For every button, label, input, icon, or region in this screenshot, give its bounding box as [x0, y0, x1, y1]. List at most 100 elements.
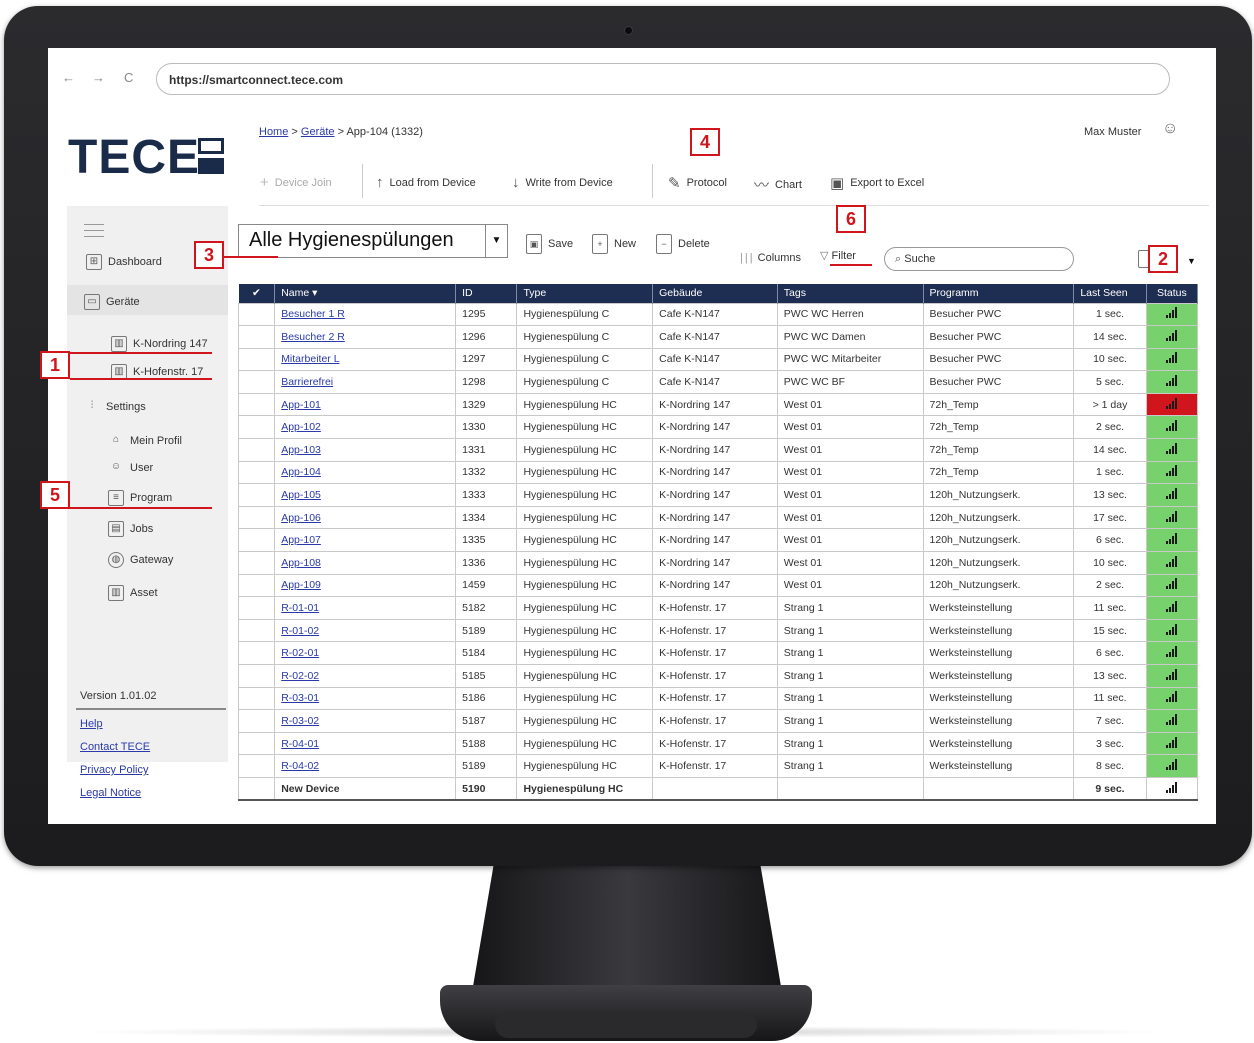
- device-name-link[interactable]: App-101: [274, 392, 457, 417]
- device-name-link[interactable]: Mitarbeiter L: [274, 347, 457, 372]
- column-header[interactable]: ✔: [238, 284, 276, 303]
- sidebar-item-asset[interactable]: ▥ Asset: [108, 585, 158, 601]
- row-checkbox[interactable]: [237, 551, 276, 575]
- reload-icon[interactable]: C: [124, 70, 133, 85]
- table-row[interactable]: R-01-01 5182 Hygienespülung HC K-Hofenstr. …: [237, 596, 1199, 620]
- sidebar-item-user[interactable]: ☺ User: [108, 460, 153, 476]
- sidebar-item-dashboard[interactable]: ⊞ Dashboard: [86, 254, 162, 270]
- help-link[interactable]: Help: [80, 718, 103, 730]
- table-row[interactable]: App-109 1459 Hygienespülung HC K-Nordring 1…: [237, 573, 1199, 598]
- table-row[interactable]: App-107 1335 Hygienespülung HC K-Nordring 1…: [237, 528, 1199, 553]
- device-name-link[interactable]: R-04-01: [274, 731, 457, 756]
- back-arrow-icon[interactable]: ←: [62, 70, 75, 85]
- row-checkbox[interactable]: [237, 483, 276, 507]
- breadcrumb-home-link[interactable]: Home: [259, 126, 288, 138]
- table-row[interactable]: App-105 1333 Hygienespülung HC K-Nordring 1…: [237, 483, 1199, 507]
- table-row[interactable]: App-104 1332 Hygienespülung HC K-Nordring 1…: [237, 460, 1199, 485]
- row-checkbox[interactable]: [237, 505, 276, 530]
- row-checkbox[interactable]: [237, 573, 276, 598]
- export-to-excel-button[interactable]: ▣ Export to Excel: [830, 174, 924, 192]
- device-name-link[interactable]: App-109: [274, 573, 457, 598]
- row-checkbox[interactable]: [237, 731, 276, 756]
- row-checkbox[interactable]: [237, 460, 276, 485]
- row-checkbox[interactable]: [237, 392, 276, 417]
- device-join-button[interactable]: + Device Join: [260, 174, 332, 191]
- sidebar-item-jobs[interactable]: ▤ Jobs: [108, 521, 153, 537]
- row-checkbox[interactable]: [237, 618, 276, 643]
- chart-button[interactable]: 〰 Chart: [754, 174, 802, 195]
- save-view-button[interactable]: ▣ Save: [526, 234, 573, 254]
- sidebar-item-mein-profil[interactable]: ⌂ Mein Profil: [108, 433, 182, 449]
- user-name[interactable]: Max Muster: [1084, 126, 1141, 138]
- row-checkbox[interactable]: [237, 709, 276, 733]
- row-checkbox[interactable]: [237, 302, 276, 327]
- row-checkbox[interactable]: [237, 641, 276, 665]
- load-from-device-button[interactable]: ↑ Load from Device: [376, 174, 476, 191]
- column-header[interactable]: Type: [516, 284, 654, 303]
- column-header[interactable]: ID: [455, 284, 518, 303]
- device-name-link[interactable]: Besucher 2 R: [274, 325, 457, 349]
- device-name-link[interactable]: R-02-01: [274, 641, 457, 665]
- column-header[interactable]: Programm: [923, 284, 1075, 303]
- view-select[interactable]: Alle Hygienespülungen ▼: [238, 224, 508, 258]
- table-row[interactable]: Mitarbeiter L 1297 Hygienespülung C Cafe K-…: [237, 347, 1199, 372]
- row-checkbox[interactable]: [237, 438, 276, 462]
- table-row[interactable]: R-02-02 5185 Hygienespülung HC K-Hofenstr. …: [237, 664, 1199, 688]
- table-row[interactable]: R-03-01 5186 Hygienespülung HC K-Hofenstr. …: [237, 686, 1199, 711]
- new-view-button[interactable]: + New: [592, 234, 636, 254]
- device-name-link[interactable]: App-104: [274, 460, 457, 485]
- breadcrumb-geraete-link[interactable]: Geräte: [301, 126, 335, 138]
- device-name-link[interactable]: App-105: [274, 483, 457, 507]
- column-header[interactable]: Status: [1146, 284, 1199, 303]
- table-row[interactable]: App-108 1336 Hygienespülung HC K-Nordring 1…: [237, 551, 1199, 575]
- table-row[interactable]: App-102 1330 Hygienespülung HC K-Nordring 1…: [237, 415, 1199, 440]
- forward-arrow-icon[interactable]: →: [92, 70, 105, 85]
- legal-notice-link[interactable]: Legal Notice: [80, 787, 141, 799]
- device-name-link[interactable]: R-01-01: [274, 596, 457, 620]
- device-name-link[interactable]: R-03-01: [274, 686, 457, 711]
- row-checkbox[interactable]: [237, 325, 276, 349]
- columns-button[interactable]: ||| Columns: [740, 252, 801, 264]
- device-name-link[interactable]: App-107: [274, 528, 457, 553]
- row-checkbox[interactable]: [237, 754, 276, 778]
- row-checkbox[interactable]: [237, 415, 276, 440]
- protocol-button[interactable]: ✎ Protocol: [668, 174, 727, 192]
- filter-button[interactable]: ▽ Filter: [820, 249, 856, 262]
- search-input[interactable]: ⌕ Suche: [884, 247, 1074, 271]
- sidebar-item-site-nordring[interactable]: ▥ K-Nordring 147: [111, 336, 208, 352]
- table-row[interactable]: Besucher 1 R 1295 Hygienespülung C Cafe K-N…: [237, 302, 1199, 327]
- device-name-link[interactable]: App-108: [274, 551, 457, 575]
- table-row[interactable]: App-101 1329 Hygienespülung HC K-Nordring 1…: [237, 392, 1199, 417]
- table-row[interactable]: R-03-02 5187 Hygienespülung HC K-Hofenstr. …: [237, 709, 1199, 733]
- table-row[interactable]: App-103 1331 Hygienespülung HC K-Nordring 1…: [237, 438, 1199, 462]
- device-name-link[interactable]: App-106: [274, 505, 457, 530]
- row-checkbox[interactable]: [237, 347, 276, 372]
- table-row[interactable]: Besucher 2 R 1296 Hygienespülung C Cafe K-N…: [237, 325, 1199, 349]
- row-checkbox[interactable]: [237, 664, 276, 688]
- table-row[interactable]: R-01-02 5189 Hygienespülung HC K-Hofenstr. …: [237, 618, 1199, 643]
- url-bar[interactable]: https://smartconnect.tece.com: [156, 63, 1170, 95]
- device-name-link[interactable]: App-103: [274, 438, 457, 462]
- sidebar-item-program[interactable]: ≡ Program: [108, 490, 172, 506]
- device-name-link[interactable]: R-02-02: [274, 664, 457, 688]
- device-name-link[interactable]: R-04-02: [274, 754, 457, 778]
- sidebar-item-geraete[interactable]: ▭ Geräte: [84, 294, 140, 310]
- chevron-down-icon[interactable]: ▼: [485, 225, 507, 257]
- table-row[interactable]: R-02-01 5184 Hygienespülung HC K-Hofenstr. …: [237, 641, 1199, 665]
- table-row[interactable]: R-04-02 5189 Hygienespülung HC K-Hofenstr. …: [237, 754, 1199, 778]
- contact-link[interactable]: Contact TECE: [80, 741, 150, 753]
- row-checkbox[interactable]: [237, 596, 276, 620]
- device-name-link[interactable]: Besucher 1 R: [274, 302, 457, 327]
- chevron-down-icon[interactable]: ▼: [1187, 256, 1196, 266]
- privacy-link[interactable]: Privacy Policy: [80, 764, 148, 776]
- delete-view-button[interactable]: − Delete: [656, 234, 710, 254]
- column-header[interactable]: Name ▾: [274, 284, 457, 303]
- row-checkbox[interactable]: [237, 776, 276, 802]
- table-row[interactable]: R-04-01 5188 Hygienespülung HC K-Hofenstr. …: [237, 731, 1199, 756]
- column-header[interactable]: Last Seen: [1073, 284, 1147, 303]
- column-header[interactable]: Gebäude: [652, 284, 778, 303]
- table-row[interactable]: Barrierefrei 1298 Hygienespülung C Cafe K-N…: [237, 370, 1199, 394]
- write-from-device-button[interactable]: ↓ Write from Device: [512, 174, 613, 191]
- sidebar-item-settings[interactable]: ⫶ Settings: [84, 399, 146, 415]
- row-checkbox[interactable]: [237, 528, 276, 553]
